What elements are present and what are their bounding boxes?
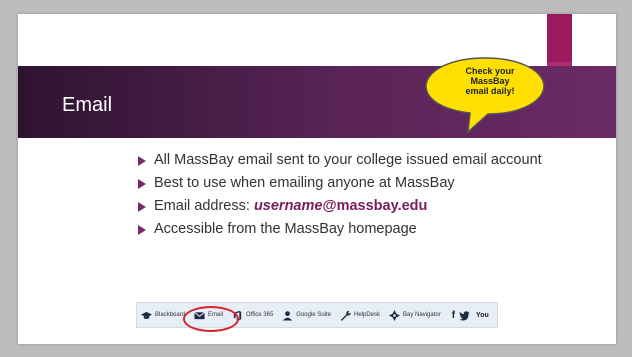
bullet-text: Best to use when emailing anyone at Mass… [154,175,455,191]
slide-title: Email [62,94,113,116]
user-icon [283,310,293,321]
bullet-item: Best to use when emailing anyone at Mass… [138,175,578,192]
accent-tab-line [547,62,572,66]
highlight-circle [183,306,239,332]
triangle-bullet-icon [138,156,146,166]
bullet-list: All MassBay email sent to your college i… [138,152,578,244]
callout-text: Check your MassBay email daily! [465,66,515,96]
toolbar-label: Bay Navigator [403,312,441,318]
graduation-cap-icon [141,311,152,319]
email-username: username [253,198,323,214]
email-domain: @massbay.edu [322,198,428,214]
slide: Email Check your MassBay email daily! Al… [18,14,616,344]
triangle-bullet-icon [138,225,146,235]
speech-bubble: Check your MassBay email daily! [422,54,548,136]
bullet-text: All MassBay email sent to your college i… [154,152,542,168]
toolbar-label: Google Suite [296,312,331,318]
bullet-item: Email address: username@massbay.edu [138,198,578,215]
youtube-icon[interactable]: You [476,312,489,319]
compass-icon [389,309,401,321]
bullet-item: Accessible from the MassBay homepage [138,221,578,238]
email-address: username@massbay.edu [254,198,427,214]
toolbar-item-google-suite[interactable]: Google Suite [282,310,331,321]
facebook-icon[interactable]: f [452,310,455,321]
triangle-bullet-icon [138,202,146,212]
toolbar-label: Office 365 [246,312,274,318]
email-address-prefix: Email address: [154,198,254,214]
toolbar-item-blackboard[interactable]: Blackboard [141,310,185,321]
bullet-item: All MassBay email sent to your college i… [138,152,578,169]
wrench-icon [340,310,351,321]
toolbar-item-helpdesk[interactable]: HelpDesk [340,310,380,321]
bullet-text: Accessible from the MassBay homepage [154,221,417,237]
toolbar-label: Blackboard [155,312,186,318]
toolbar-label: HelpDesk [354,312,381,318]
toolbar-item-bay-navigator[interactable]: Bay Navigator [389,309,441,321]
triangle-bullet-icon [138,179,146,189]
twitter-icon[interactable] [459,310,470,321]
accent-tab [547,14,572,62]
